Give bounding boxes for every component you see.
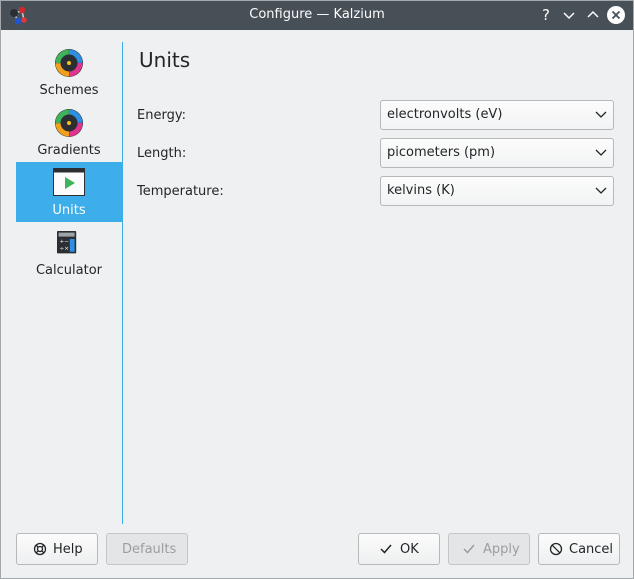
sidebar-item-label: Schemes bbox=[39, 83, 99, 98]
svg-text:×: × bbox=[64, 246, 69, 252]
chevron-down-icon bbox=[595, 187, 607, 194]
sidebar-item-label: Units bbox=[52, 203, 86, 218]
sidebar-divider bbox=[122, 42, 123, 524]
chevron-down-icon bbox=[595, 111, 607, 118]
cancel-button[interactable]: Cancel bbox=[538, 533, 620, 565]
energy-value: electronvolts (eV) bbox=[387, 107, 503, 122]
sidebar-item-units[interactable]: Units bbox=[16, 162, 122, 222]
close-icon[interactable] bbox=[606, 5, 626, 25]
length-label: Length: bbox=[137, 146, 187, 161]
color-wheel-icon bbox=[55, 49, 83, 77]
energy-combobox[interactable]: electronvolts (eV) bbox=[380, 100, 614, 130]
sidebar-item-calculator[interactable]: + − ÷ × Calculator bbox=[16, 222, 122, 282]
svg-text:?: ? bbox=[542, 6, 550, 24]
help-button-label: Help bbox=[53, 542, 83, 557]
cancel-circle-icon bbox=[549, 542, 563, 556]
help-button[interactable]: Help bbox=[16, 533, 98, 565]
title-bar: Configure — Kalzium ? bbox=[1, 1, 633, 30]
temperature-value: kelvins (K) bbox=[387, 183, 455, 198]
defaults-button[interactable]: Defaults bbox=[106, 533, 188, 565]
maximize-chevron-up-icon[interactable] bbox=[583, 5, 603, 25]
lifebuoy-icon bbox=[33, 542, 47, 556]
energy-label: Energy: bbox=[137, 108, 186, 123]
sidebar-item-label: Gradients bbox=[37, 143, 101, 158]
ok-button-label: OK bbox=[400, 542, 419, 557]
apply-button[interactable]: Apply bbox=[448, 533, 530, 565]
checkmark-icon bbox=[380, 544, 392, 554]
color-wheel-icon bbox=[55, 109, 83, 137]
length-value: picometers (pm) bbox=[387, 145, 496, 160]
units-play-icon bbox=[53, 168, 85, 196]
chevron-down-icon bbox=[595, 149, 607, 156]
svg-text:−: − bbox=[64, 239, 69, 245]
apply-button-label: Apply bbox=[483, 542, 520, 557]
page-title: Units bbox=[139, 48, 191, 72]
calculator-icon: + − ÷ × bbox=[57, 231, 77, 254]
minimize-chevron-down-icon[interactable] bbox=[559, 5, 579, 25]
page-sidebar: Schemes Gradients Units + − ÷ × Calculat… bbox=[16, 42, 124, 524]
temperature-combobox[interactable]: kelvins (K) bbox=[380, 176, 614, 206]
sidebar-item-gradients[interactable]: Gradients bbox=[16, 102, 122, 162]
sidebar-item-label: Calculator bbox=[35, 263, 102, 278]
temperature-label: Temperature: bbox=[137, 184, 224, 199]
checkmark-icon bbox=[463, 544, 475, 554]
ok-button[interactable]: OK bbox=[358, 533, 440, 565]
configure-dialog: Configure — Kalzium ? Schemes Gradients … bbox=[0, 0, 634, 579]
length-combobox[interactable]: picometers (pm) bbox=[380, 138, 614, 168]
sidebar-item-schemes[interactable]: Schemes bbox=[16, 42, 122, 102]
cancel-button-label: Cancel bbox=[569, 542, 614, 557]
defaults-button-label: Defaults bbox=[122, 542, 177, 557]
help-question-icon[interactable]: ? bbox=[536, 5, 556, 25]
